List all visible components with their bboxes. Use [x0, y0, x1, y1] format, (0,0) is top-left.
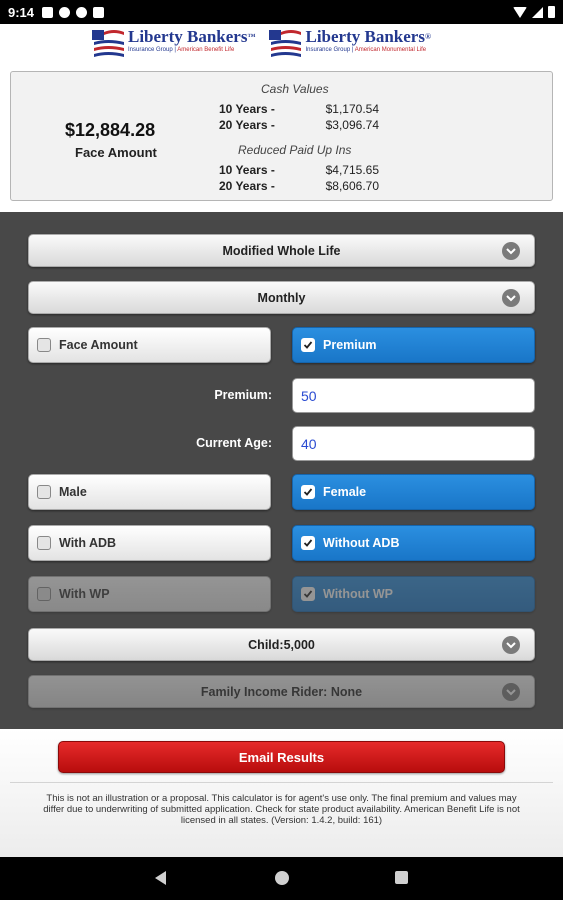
header: Liberty Bankers™ Insurance Group | Ameri…: [0, 24, 563, 212]
cash-value-row: 10 Years - $1,170.54: [219, 102, 379, 116]
notification-icon: [42, 6, 54, 18]
premium-input[interactable]: 50: [292, 378, 535, 413]
checkbox-icon: [37, 485, 51, 499]
app-notification-icon: [76, 6, 88, 18]
flag-logo-icon: [269, 30, 302, 57]
cash-value-row: 20 Years - $3,096.74: [219, 118, 379, 132]
option-label: Without ADB: [323, 536, 400, 550]
cash-values-title: Cash Values: [261, 82, 329, 96]
back-icon[interactable]: [155, 871, 166, 885]
family-income-rider-value: Family Income Rider: None: [200, 684, 363, 699]
child-rider-select[interactable]: Child:5,000: [28, 628, 535, 661]
family-income-rider-select[interactable]: Family Income Rider: None: [28, 675, 535, 708]
system-nav-bar: [0, 857, 563, 900]
results-summary-panel: $12,884.28 Face Amount Cash Values 10 Ye…: [10, 71, 553, 201]
face-amount-option[interactable]: Face Amount: [28, 327, 271, 363]
current-age-input[interactable]: 40: [292, 426, 535, 461]
checkbox-icon: [301, 587, 315, 601]
reduced-paid-up-row: 20 Years - $8,606.70: [219, 179, 379, 193]
chevron-down-icon: [502, 242, 520, 260]
option-label: Female: [323, 485, 367, 499]
option-label: Male: [59, 485, 87, 499]
with-adb-option[interactable]: With ADB: [28, 525, 271, 561]
reduced-paid-up-row: 10 Years - $4,715.65: [219, 163, 379, 177]
chevron-down-icon: [502, 289, 520, 307]
status-time: 9:14: [8, 4, 35, 20]
email-results-button[interactable]: Email Results: [58, 741, 505, 773]
battery-icon: [548, 6, 555, 18]
logo-bar: Liberty Bankers™ Insurance Group | Ameri…: [92, 28, 431, 58]
footer: Email Results This is not an illustratio…: [0, 729, 563, 857]
recent-apps-icon[interactable]: [395, 871, 408, 884]
disclaimer-text: This is not an illustration or a proposa…: [43, 793, 520, 826]
without-adb-option[interactable]: Without ADB: [292, 525, 535, 561]
wifi-icon: [513, 6, 527, 18]
signal-icon: [532, 6, 543, 18]
payment-mode-select[interactable]: Monthly: [28, 281, 535, 314]
reduced-paid-up-title: Reduced Paid Up Ins: [238, 143, 352, 157]
premium-option[interactable]: Premium: [292, 327, 535, 363]
chevron-down-icon: [502, 683, 520, 701]
option-label: With ADB: [59, 536, 117, 550]
divider: [10, 782, 553, 783]
option-label: Face Amount: [59, 338, 138, 352]
chevron-down-icon: [502, 636, 520, 654]
option-label: Premium: [323, 338, 377, 352]
current-age-label: Current Age:: [196, 436, 272, 450]
home-icon[interactable]: [275, 871, 289, 885]
checkbox-icon: [37, 587, 51, 601]
cast-icon: [59, 6, 71, 18]
child-rider-value: Child:5,000: [248, 637, 315, 652]
checkbox-icon: [301, 536, 315, 550]
face-amount-label: Face Amount: [75, 145, 157, 160]
flag-logo-icon: [92, 30, 124, 57]
checkbox-icon: [301, 485, 315, 499]
sd-card-icon: [93, 6, 105, 18]
payment-mode-value: Monthly: [257, 290, 306, 305]
male-option[interactable]: Male: [28, 474, 271, 510]
without-wp-option[interactable]: Without WP: [292, 576, 535, 612]
logo-liberty-bankers-abl: Liberty Bankers™ Insurance Group | Ameri…: [92, 28, 255, 58]
option-label: Without WP: [323, 587, 394, 601]
plan-select[interactable]: Modified Whole Life: [28, 234, 535, 267]
logo-liberty-bankers-aml: Liberty Bankers® Insurance Group | Ameri…: [269, 28, 431, 58]
status-bar: 9:14: [0, 0, 563, 24]
calculator-form: Modified Whole Life Monthly Face Amount …: [0, 212, 563, 729]
face-amount-value: $12,884.28: [65, 120, 156, 140]
checkbox-icon: [37, 536, 51, 550]
premium-label: Premium:: [214, 388, 272, 402]
option-label: With WP: [59, 587, 110, 601]
checkbox-icon: [301, 338, 315, 352]
plan-select-value: Modified Whole Life: [222, 243, 341, 258]
female-option[interactable]: Female: [292, 474, 535, 510]
with-wp-option[interactable]: With WP: [28, 576, 271, 612]
checkbox-icon: [37, 338, 51, 352]
